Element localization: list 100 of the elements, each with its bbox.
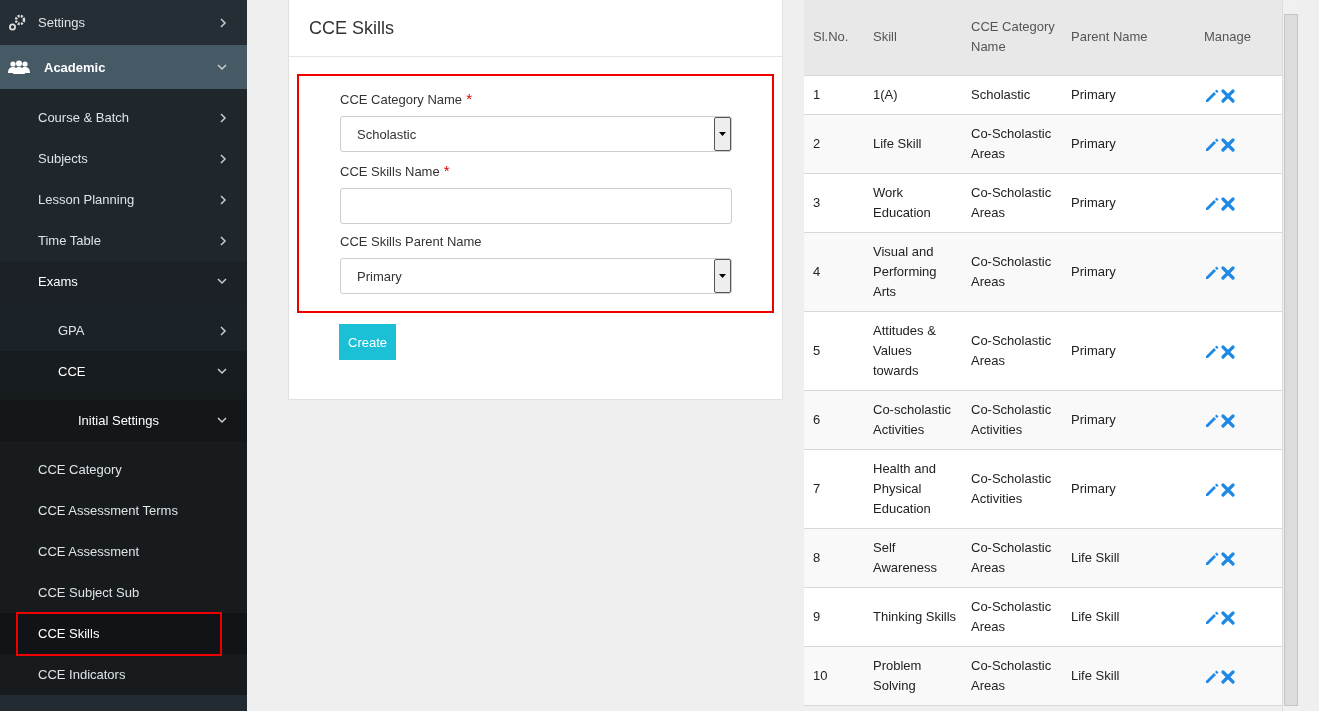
table-cell: Problem Solving [864, 646, 962, 706]
table-cell: Co-Scholastic Areas [962, 173, 1062, 233]
chevron-down-icon [217, 278, 227, 285]
table-cell: 7 [804, 449, 864, 529]
pencil-icon [1204, 482, 1219, 498]
scrollbar[interactable] [1282, 0, 1299, 711]
sidebar-item[interactable]: Time Table [0, 220, 247, 261]
close-icon [1221, 196, 1235, 211]
table-cell: Health and Physical Education [864, 449, 962, 529]
gears-icon [8, 14, 26, 31]
table-cell: Co-Scholastic Areas [962, 311, 1062, 391]
chevron-down-icon [217, 417, 227, 424]
table-cell: 2 [804, 114, 864, 174]
sidebar-item[interactable]: Exams [0, 261, 247, 302]
table-cell: 6 [804, 390, 864, 450]
delete-button[interactable] [1221, 88, 1237, 103]
delete-button[interactable] [1221, 344, 1237, 359]
delete-button[interactable] [1221, 196, 1237, 211]
table-cell: 4 [804, 232, 864, 312]
sidebar-item[interactable]: Academic [0, 45, 247, 89]
table-cell: Co-Scholastic Activities [962, 449, 1062, 529]
close-icon [1221, 413, 1235, 428]
table-cell: 9 [804, 587, 864, 647]
table-cell: Life Skill [1062, 528, 1195, 588]
edit-button[interactable] [1204, 88, 1221, 104]
pencil-icon [1204, 88, 1219, 104]
dropdown-button[interactable] [714, 259, 731, 293]
sidebar-item[interactable]: CCE Assessment [0, 531, 247, 572]
people-icon [8, 60, 30, 74]
table-cell: Co-Scholastic Areas [962, 587, 1062, 647]
sidebar-item[interactable]: CCE Indicators [0, 654, 247, 695]
dropdown-field[interactable]: Scholastic [340, 116, 732, 152]
sidebar-item[interactable]: CCE Skills [0, 613, 247, 654]
edit-button[interactable] [1204, 137, 1221, 153]
edit-button[interactable] [1204, 196, 1221, 212]
sidebar-item[interactable]: CCE Subject Sub [0, 572, 247, 613]
edit-button[interactable] [1204, 344, 1221, 360]
table-cell: 5 [804, 311, 864, 391]
table-cell: Co-Scholastic Areas [962, 646, 1062, 706]
pencil-icon [1204, 669, 1219, 685]
table-cell: 8 [804, 528, 864, 588]
field-label: CCE Category Name * [340, 90, 474, 107]
close-icon [1221, 344, 1235, 359]
edit-button[interactable] [1204, 482, 1221, 498]
table-cell: Self Awareness [864, 528, 962, 588]
close-icon [1221, 551, 1235, 566]
table-cell: 10 [804, 646, 864, 706]
sidebar-item[interactable]: Lesson Planning [0, 179, 247, 220]
sidebar-item[interactable]: CCE [0, 351, 247, 392]
edit-button[interactable] [1204, 265, 1221, 281]
field-label: CCE Skills Parent Name [340, 234, 483, 249]
delete-button[interactable] [1221, 413, 1237, 428]
delete-button[interactable] [1221, 137, 1237, 152]
pencil-icon [1204, 551, 1219, 567]
table-cell: Co-Scholastic Activities [962, 390, 1062, 450]
delete-button[interactable] [1221, 265, 1237, 280]
close-icon [1221, 669, 1235, 684]
sidebar-item[interactable]: CCE Category [0, 449, 247, 490]
chevron-down-icon [217, 368, 227, 375]
delete-button[interactable] [1221, 669, 1237, 684]
sidebar-item[interactable]: Initial Settings [0, 400, 247, 441]
sidebar-item[interactable]: Course & Batch [0, 97, 247, 138]
table-cell: Attitudes & Values towards [864, 311, 962, 391]
pencil-icon [1204, 610, 1219, 626]
table-cell: 1 [804, 75, 864, 115]
input-field[interactable] [340, 188, 732, 224]
dropdown-field[interactable]: Primary [340, 258, 732, 294]
close-icon [1221, 137, 1235, 152]
delete-button[interactable] [1221, 610, 1237, 625]
chevron-right-icon [219, 153, 227, 164]
chevron-right-icon [219, 112, 227, 123]
caret-icon [719, 132, 726, 136]
field-label: CCE Skills Name * [340, 162, 451, 179]
edit-button[interactable] [1204, 413, 1221, 429]
edit-button[interactable] [1204, 669, 1221, 685]
delete-button[interactable] [1221, 551, 1237, 566]
delete-button[interactable] [1221, 482, 1237, 497]
sidebar-item[interactable]: Settings [0, 0, 247, 45]
table-cell: Thinking Skills [864, 587, 962, 647]
sidebar-item[interactable]: CCE Assessment Terms [0, 490, 247, 531]
dropdown-button[interactable] [714, 117, 731, 151]
column-header: Sl.No. [804, 0, 864, 76]
table-cell: Life Skill [864, 114, 962, 174]
panel-title: CCE Skills [289, 0, 782, 57]
table-cell: Co-scholastic Activities [864, 390, 962, 450]
edit-button[interactable] [1204, 551, 1221, 567]
sidebar-item[interactable]: GPA [0, 310, 247, 351]
pencil-icon [1204, 344, 1219, 360]
chevron-down-icon [217, 63, 227, 71]
sidebar-item[interactable]: Subjects [0, 138, 247, 179]
table-cell: Primary [1062, 75, 1195, 115]
column-header: Skill [864, 0, 962, 76]
edit-button[interactable] [1204, 610, 1221, 626]
table-cell: Life Skill [1062, 646, 1195, 706]
column-header: Manage [1195, 0, 1282, 76]
table-cell: Co-Scholastic Areas [962, 114, 1062, 174]
close-icon [1221, 88, 1235, 103]
table-cell: Scholastic [962, 75, 1062, 115]
table-cell: Visual and Performing Arts [864, 232, 962, 312]
pencil-icon [1204, 413, 1219, 429]
